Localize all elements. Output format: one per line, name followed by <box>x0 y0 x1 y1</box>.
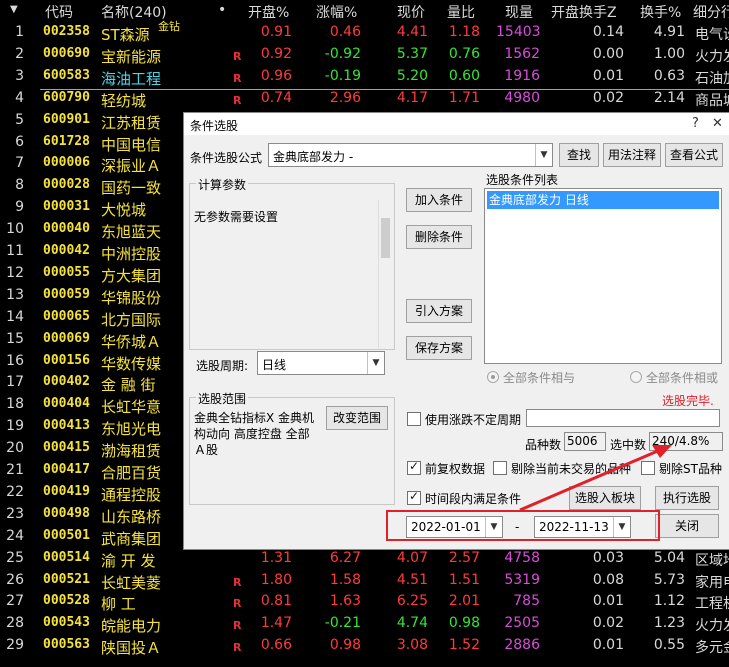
annotation-arrow-icon <box>519 445 672 512</box>
